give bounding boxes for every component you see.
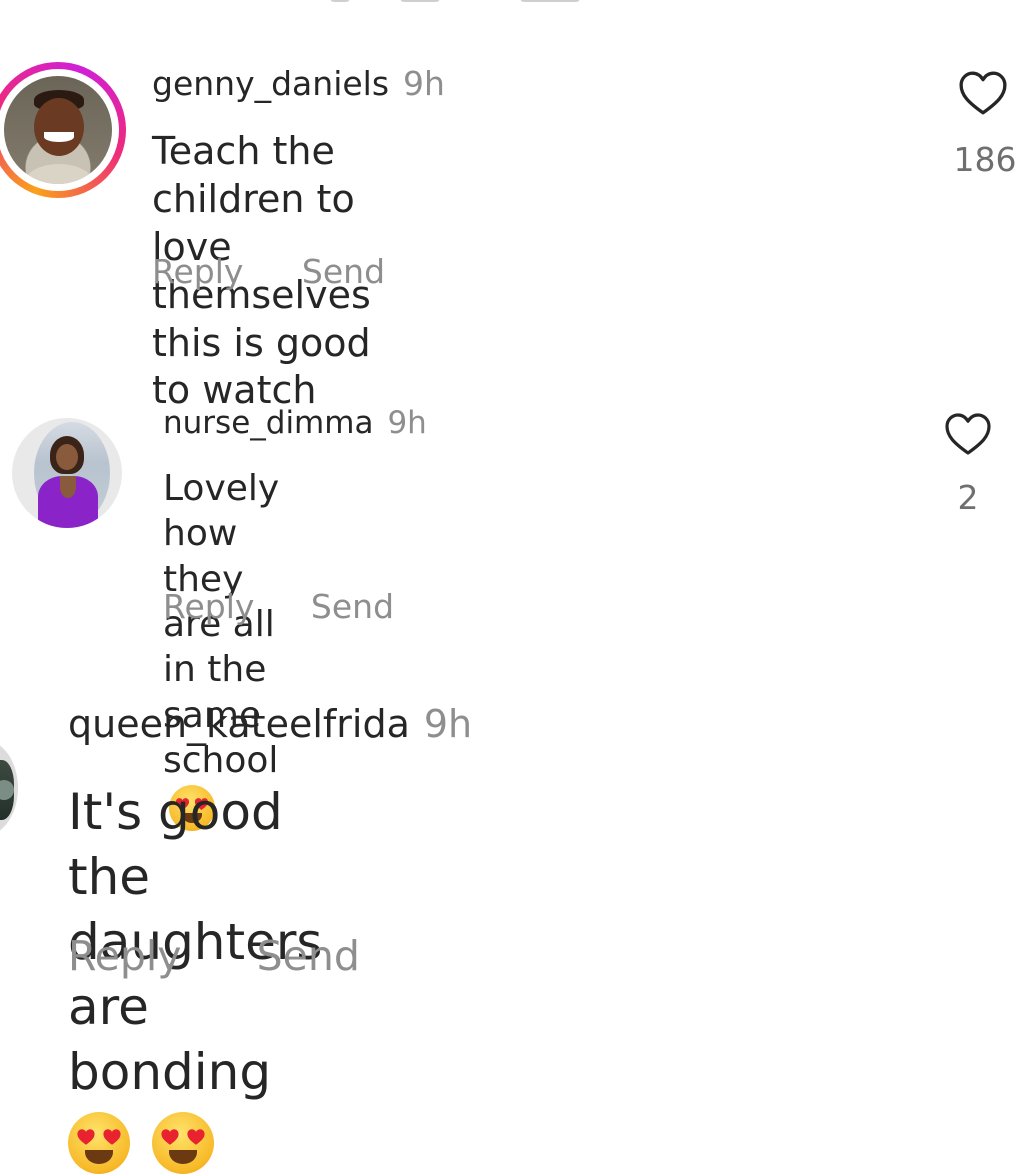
comment-header: genny_daniels 9h: [152, 64, 445, 103]
heart-eyes-emoji-icon: [68, 1111, 130, 1174]
comment-header: nurse_dimma 9h: [163, 405, 427, 441]
username[interactable]: queen_kateelfrida: [68, 702, 410, 746]
comment-header: queen_kateelfrida 9h: [68, 702, 472, 746]
avatar: [4, 76, 112, 184]
comment-actions: Reply Send: [163, 587, 394, 626]
heart-eyes-emoji-icon: [151, 1111, 214, 1174]
heart-outline-icon[interactable]: [944, 412, 992, 456]
send-button[interactable]: Send: [311, 587, 394, 626]
comment-text: Lovely how they are all in the same scho…: [163, 466, 279, 831]
comment-text-word: school: [163, 740, 279, 782]
avatar[interactable]: [12, 418, 122, 528]
timestamp: 9h: [423, 702, 473, 746]
reply-button[interactable]: Reply: [152, 252, 243, 291]
reply-button[interactable]: Reply: [163, 587, 254, 626]
like-count: 186: [953, 140, 1017, 179]
comment-actions: Reply Send: [152, 252, 385, 291]
avatar-story-ring[interactable]: [0, 62, 126, 198]
send-button[interactable]: Send: [257, 932, 360, 980]
timestamp: 9h: [403, 64, 445, 103]
clipped-previous-text: [0, 0, 1024, 8]
username[interactable]: nurse_dimma: [163, 405, 373, 441]
reply-button[interactable]: Reply: [68, 932, 182, 980]
send-button[interactable]: Send: [302, 252, 385, 291]
like-count: 2: [957, 478, 979, 517]
timestamp: 9h: [387, 405, 427, 441]
username[interactable]: genny_daniels: [152, 64, 389, 103]
heart-outline-icon[interactable]: [958, 70, 1008, 116]
comment-actions: Reply Send: [68, 932, 360, 980]
emoji-row: [68, 1107, 322, 1174]
comment-text-line: this is good to watch: [152, 320, 371, 413]
avatar[interactable]: [0, 740, 18, 836]
